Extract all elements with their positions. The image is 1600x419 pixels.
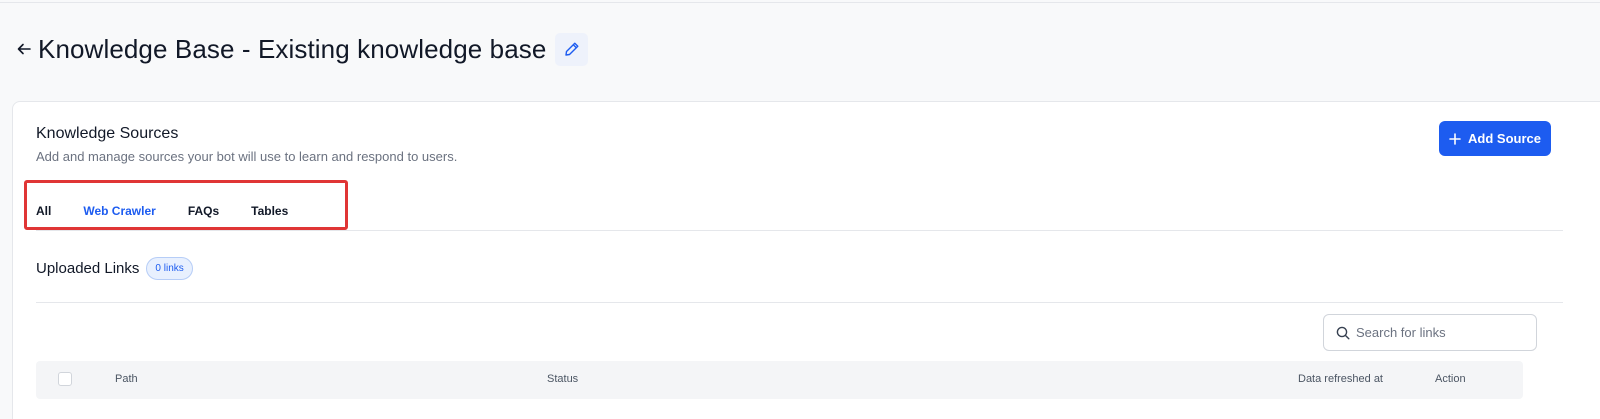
section-subtitle: Add and manage sources your bot will use… xyxy=(36,149,458,164)
search-box[interactable] xyxy=(1323,314,1537,351)
top-divider xyxy=(0,2,1600,3)
select-all-checkbox[interactable] xyxy=(58,372,72,386)
column-header-status[interactable]: Status xyxy=(547,373,578,385)
add-source-label: Add Source xyxy=(1468,131,1541,146)
edit-title-button[interactable] xyxy=(555,32,589,66)
back-button[interactable] xyxy=(14,39,34,59)
arrow-left-icon xyxy=(17,43,31,55)
tabs-divider xyxy=(36,230,1563,231)
search-icon xyxy=(1336,326,1350,339)
search-input[interactable] xyxy=(1356,325,1526,340)
column-header-path[interactable]: Path xyxy=(115,373,138,385)
table-header: Path Status Data refreshed at Action xyxy=(36,361,1523,399)
add-source-button[interactable]: Add Source xyxy=(1439,121,1551,156)
section-divider xyxy=(36,302,1563,303)
column-header-data-refreshed[interactable]: Data refreshed at xyxy=(1298,373,1383,385)
plus-icon xyxy=(1449,132,1461,145)
knowledge-sources-card: Knowledge Sources Add and manage sources… xyxy=(12,101,1600,419)
uploaded-links-header: Uploaded Links 0 links xyxy=(36,257,193,280)
page-header: Knowledge Base - Existing knowledge base xyxy=(14,32,589,66)
pencil-icon xyxy=(565,42,579,56)
uploaded-links-title: Uploaded Links xyxy=(36,260,140,277)
section-title: Knowledge Sources xyxy=(36,125,179,142)
tabs-highlight-box xyxy=(24,180,348,230)
column-header-action: Action xyxy=(1435,373,1466,385)
page-title: Knowledge Base - Existing knowledge base xyxy=(38,33,547,64)
links-count-badge: 0 links xyxy=(146,257,193,280)
